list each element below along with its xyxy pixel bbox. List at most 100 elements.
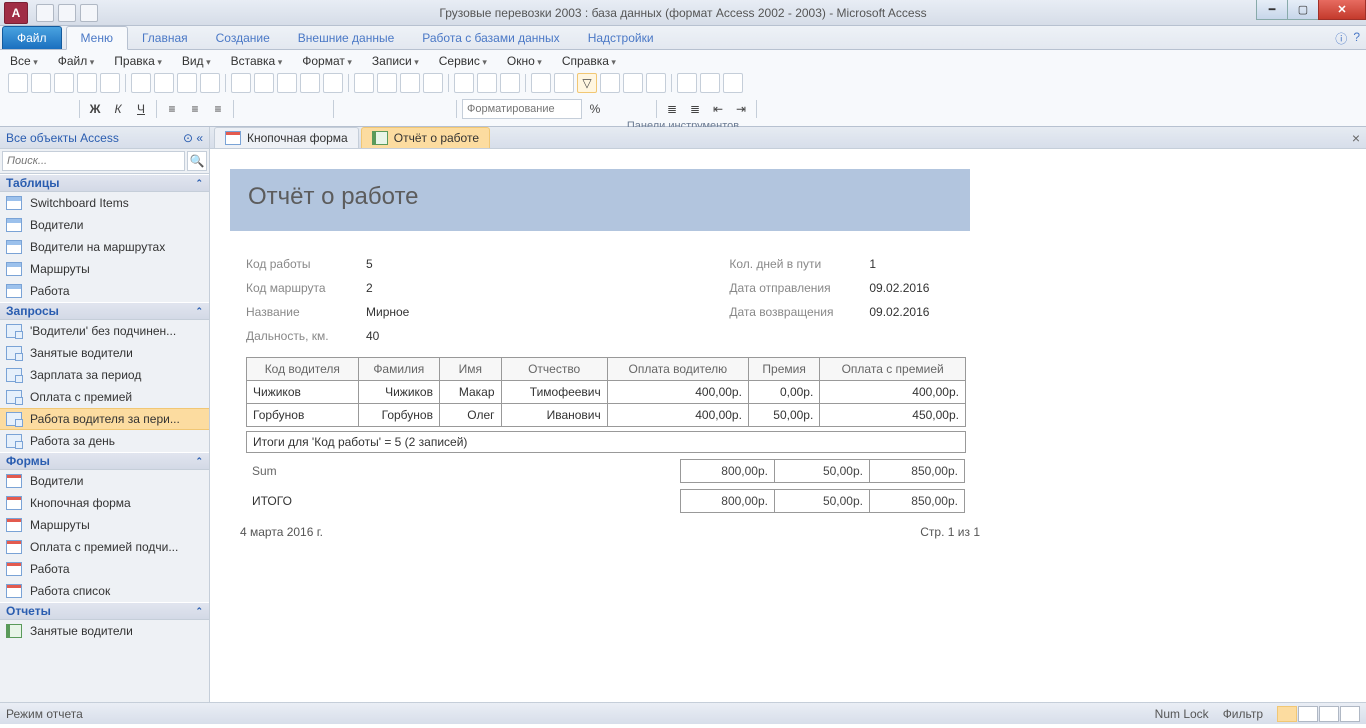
tool-icon[interactable]: [339, 99, 359, 119]
menu-view[interactable]: Вид: [182, 54, 211, 68]
minimize-button[interactable]: ━: [1256, 0, 1288, 20]
tool-icon[interactable]: [762, 99, 782, 119]
align-left-icon[interactable]: ≡: [162, 99, 182, 119]
tool-icon[interactable]: [8, 99, 28, 119]
tool-icon[interactable]: [200, 73, 220, 93]
filter-icon[interactable]: ▽: [577, 73, 597, 93]
tool-icon[interactable]: [600, 73, 620, 93]
tool-icon[interactable]: [154, 73, 174, 93]
close-tab-icon[interactable]: ×: [1352, 130, 1360, 146]
doc-tab-report[interactable]: Отчёт о работе: [361, 127, 490, 148]
tool-icon[interactable]: [77, 73, 97, 93]
tool-icon[interactable]: [385, 99, 405, 119]
tool-icon[interactable]: [454, 73, 474, 93]
ribbon-tab-menu[interactable]: Меню: [66, 26, 128, 50]
tool-icon[interactable]: [231, 73, 251, 93]
nav-item[interactable]: Водители: [0, 470, 209, 492]
close-button[interactable]: ✕: [1318, 0, 1366, 20]
view-layout-button[interactable]: [1319, 706, 1339, 722]
tool-icon[interactable]: [54, 73, 74, 93]
indent-inc-icon[interactable]: ⇥: [731, 99, 751, 119]
menu-help[interactable]: Справка: [562, 54, 616, 68]
tool-icon[interactable]: [8, 73, 28, 93]
nav-item[interactable]: Занятые водители: [0, 342, 209, 364]
tool-icon[interactable]: [277, 73, 297, 93]
italic-icon[interactable]: К: [108, 99, 128, 119]
nav-item[interactable]: Зарплата за период: [0, 364, 209, 386]
tool-icon[interactable]: [262, 99, 282, 119]
ribbon-tab-addins[interactable]: Надстройки: [574, 27, 668, 49]
ribbon-tab-home[interactable]: Главная: [128, 27, 202, 49]
doc-tab-form[interactable]: Кнопочная форма: [214, 127, 359, 148]
percent-icon[interactable]: %: [585, 99, 605, 119]
view-print-button[interactable]: [1298, 706, 1318, 722]
nav-item[interactable]: Switchboard Items: [0, 192, 209, 214]
tool-icon[interactable]: [408, 99, 428, 119]
nav-list[interactable]: Таблицы⌃ Switchboard ItemsВодителиВодите…: [0, 174, 209, 702]
qat-save-icon[interactable]: [36, 4, 54, 22]
nav-item[interactable]: Кнопочная форма: [0, 492, 209, 514]
tool-icon[interactable]: [308, 99, 328, 119]
indent-dec-icon[interactable]: ⇤: [708, 99, 728, 119]
sort-asc-icon[interactable]: [531, 73, 551, 93]
tool-icon[interactable]: [677, 73, 697, 93]
nav-collapse-icon[interactable]: ⊙ «: [183, 131, 203, 145]
tool-icon[interactable]: [700, 73, 720, 93]
search-icon[interactable]: 🔍: [187, 151, 207, 171]
nav-group-forms[interactable]: Формы⌃: [0, 452, 209, 470]
tool-icon[interactable]: [785, 99, 805, 119]
tool-icon[interactable]: [131, 73, 151, 93]
nav-item[interactable]: Оплата с премией подчи...: [0, 536, 209, 558]
nav-item[interactable]: Работа: [0, 558, 209, 580]
nav-group-queries[interactable]: Запросы⌃: [0, 302, 209, 320]
tool-icon[interactable]: [500, 73, 520, 93]
menu-file[interactable]: Файл: [58, 54, 95, 68]
nav-item[interactable]: Водители: [0, 214, 209, 236]
tool-icon[interactable]: [323, 73, 343, 93]
nav-item[interactable]: 'Водители' без подчинен...: [0, 320, 209, 342]
table-row[interactable]: ЧижиковЧижиковМакарТимофеевич400,00р.0,0…: [247, 381, 966, 404]
menu-records[interactable]: Записи: [372, 54, 419, 68]
nav-item[interactable]: Маршруты: [0, 258, 209, 280]
qat-undo-icon[interactable]: [58, 4, 76, 22]
tool-icon[interactable]: [631, 99, 651, 119]
underline-icon[interactable]: Ч: [131, 99, 151, 119]
tool-icon[interactable]: [31, 99, 51, 119]
tool-icon[interactable]: [300, 73, 320, 93]
nav-item[interactable]: Работа водителя за пери...: [0, 408, 209, 430]
file-tab[interactable]: Файл: [2, 26, 62, 49]
nav-item[interactable]: Оплата с премией: [0, 386, 209, 408]
align-center-icon[interactable]: ≡: [185, 99, 205, 119]
menu-format[interactable]: Формат: [302, 54, 352, 68]
menu-all[interactable]: Все: [10, 54, 38, 68]
format-combo[interactable]: [462, 99, 582, 119]
report-body[interactable]: Отчёт о работе Код работы5Код маршрута2Н…: [210, 149, 1366, 702]
tool-icon[interactable]: [431, 99, 451, 119]
ribbon-tab-create[interactable]: Создание: [202, 27, 284, 49]
tool-icon[interactable]: [54, 99, 74, 119]
menu-edit[interactable]: Правка: [114, 54, 162, 68]
tool-icon[interactable]: [646, 73, 666, 93]
nav-item[interactable]: Работа: [0, 280, 209, 302]
bold-icon[interactable]: Ж: [85, 99, 105, 119]
nav-item[interactable]: Занятые водители: [0, 620, 209, 642]
maximize-button[interactable]: ▢: [1287, 0, 1319, 20]
nav-group-reports[interactable]: Отчеты⌃: [0, 602, 209, 620]
tool-icon[interactable]: [354, 73, 374, 93]
nav-search-input[interactable]: [2, 151, 185, 171]
tool-icon[interactable]: [477, 73, 497, 93]
ribbon-tab-database[interactable]: Работа с базами данных: [408, 27, 573, 49]
table-row[interactable]: ГорбуновГорбуновОлегИванович400,00р.50,0…: [247, 404, 966, 427]
ribbon-minimize-icon[interactable]: ⓘ: [1335, 30, 1347, 47]
view-design-button[interactable]: [1340, 706, 1360, 722]
nav-header[interactable]: Все объекты Access ⊙ «: [0, 127, 209, 149]
nav-item[interactable]: Работа список: [0, 580, 209, 602]
menu-window[interactable]: Окно: [507, 54, 542, 68]
menu-tools[interactable]: Сервис: [439, 54, 487, 68]
tool-icon[interactable]: [31, 73, 51, 93]
tool-icon[interactable]: [177, 73, 197, 93]
tool-icon[interactable]: [608, 99, 628, 119]
tool-icon[interactable]: [377, 73, 397, 93]
tool-icon[interactable]: [239, 99, 259, 119]
tool-icon[interactable]: [254, 73, 274, 93]
